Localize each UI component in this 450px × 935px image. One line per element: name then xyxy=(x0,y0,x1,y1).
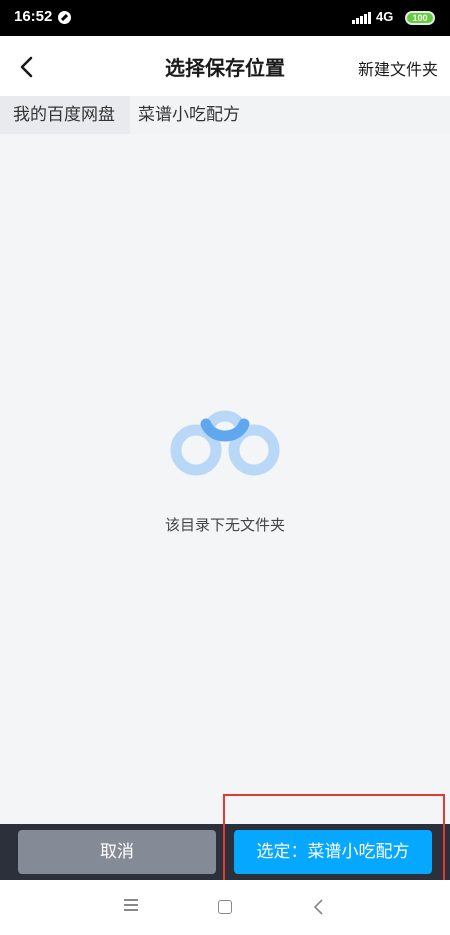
action-bar: 取消 选定：菜谱小吃配方 xyxy=(0,824,450,880)
baidu-cloud-icon xyxy=(170,410,280,476)
breadcrumb-root[interactable]: 我的百度网盘 xyxy=(0,96,130,134)
home-icon[interactable] xyxy=(218,900,232,914)
select-folder-button[interactable]: 选定：菜谱小吃配方 xyxy=(234,830,432,874)
network-type: 4G xyxy=(376,9,394,24)
breadcrumb-separator xyxy=(122,96,131,134)
new-folder-button[interactable]: 新建文件夹 xyxy=(358,56,438,80)
status-time: 16:52 xyxy=(14,8,53,25)
signal-icon xyxy=(352,12,372,24)
cancel-button[interactable]: 取消 xyxy=(18,830,216,874)
system-nav-bar xyxy=(0,880,450,935)
battery-icon: 100 xyxy=(405,11,435,25)
breadcrumb-current: 菜谱小吃配方 xyxy=(138,105,240,125)
nav-back-icon[interactable] xyxy=(312,898,326,916)
breadcrumb: 我的百度网盘 菜谱小吃配方 xyxy=(0,96,450,134)
title-bar: 选择保存位置 新建文件夹 xyxy=(0,36,450,96)
menu-icon[interactable] xyxy=(124,899,138,912)
folder-list-area: 该目录下无文件夹 xyxy=(0,134,450,824)
do-not-disturb-icon xyxy=(58,11,71,24)
empty-message: 该目录下无文件夹 xyxy=(164,516,285,534)
status-bar: 16:52 4G 100 xyxy=(0,0,450,36)
